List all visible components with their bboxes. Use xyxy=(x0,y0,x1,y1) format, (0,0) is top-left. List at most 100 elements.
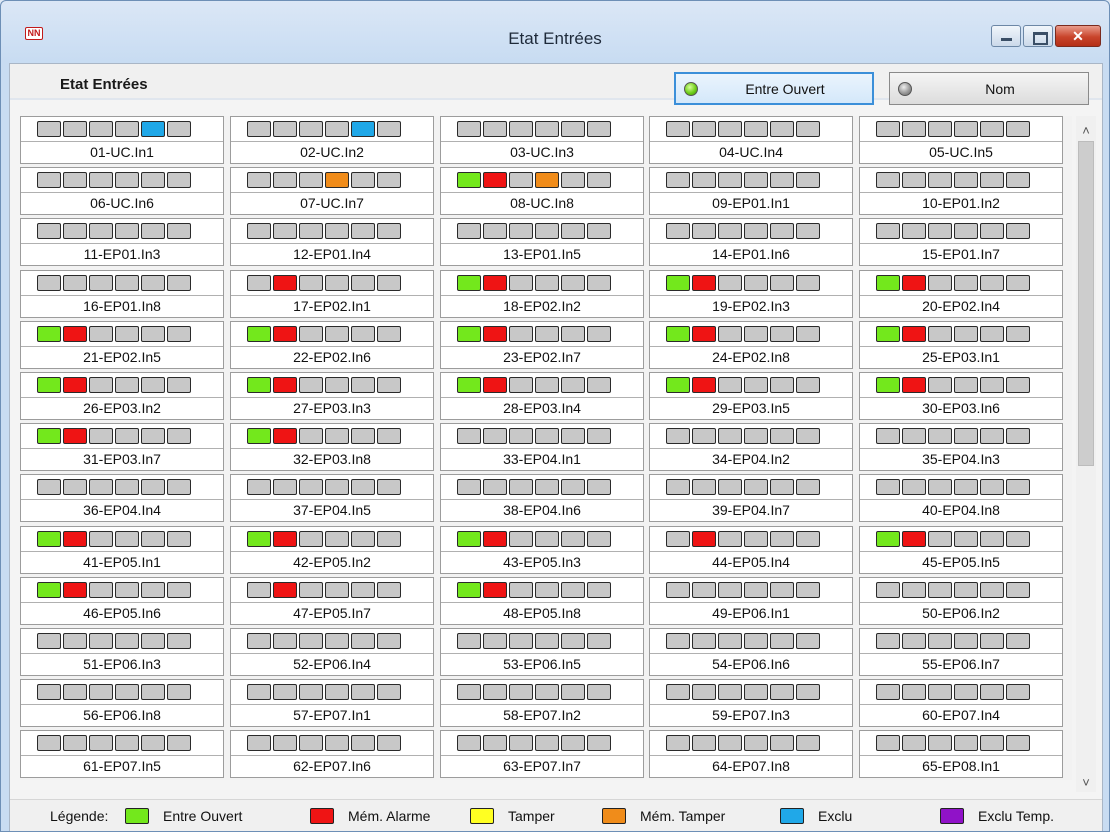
input-cell[interactable]: 62-EP07.In6 xyxy=(230,730,434,778)
input-cell[interactable]: 32-EP03.In8 xyxy=(230,423,434,471)
input-cell[interactable]: 11-EP01.In3 xyxy=(20,218,224,266)
state-box-gray xyxy=(744,326,768,342)
minimize-button[interactable] xyxy=(991,25,1021,47)
state-box-gray xyxy=(63,172,87,188)
state-box-gray xyxy=(876,582,900,598)
state-indicators xyxy=(37,684,193,700)
input-cell[interactable]: 46-EP05.In6 xyxy=(20,577,224,625)
input-cell[interactable]: 21-EP02.In5 xyxy=(20,321,224,369)
input-cell[interactable]: 63-EP07.In7 xyxy=(440,730,644,778)
input-cell[interactable]: 07-UC.In7 xyxy=(230,167,434,215)
input-cell[interactable]: 27-EP03.In3 xyxy=(230,372,434,420)
state-box-gray xyxy=(457,223,481,239)
state-box-gray xyxy=(509,275,533,291)
input-cell[interactable]: 12-EP01.In4 xyxy=(230,218,434,266)
maximize-button[interactable] xyxy=(1023,25,1053,47)
state-box-gray xyxy=(770,172,794,188)
state-box-gray xyxy=(483,121,507,137)
entre-ouvert-button[interactable]: Entre Ouvert xyxy=(674,72,874,105)
state-box-gray xyxy=(37,735,61,751)
state-box-gray xyxy=(63,121,87,137)
input-cell[interactable]: 06-UC.In6 xyxy=(20,167,224,215)
input-cell[interactable]: 04-UC.In4 xyxy=(649,116,853,164)
input-cell[interactable]: 43-EP05.In3 xyxy=(440,526,644,574)
state-box-gray xyxy=(535,121,559,137)
input-cell[interactable]: 55-EP06.In7 xyxy=(859,628,1063,676)
input-cell[interactable]: 16-EP01.In8 xyxy=(20,270,224,318)
cell-divider xyxy=(860,755,1062,756)
state-box-gray xyxy=(561,633,585,649)
scroll-thumb[interactable] xyxy=(1078,141,1094,466)
input-cell[interactable]: 54-EP06.In6 xyxy=(649,628,853,676)
cell-divider xyxy=(21,141,223,142)
input-cell[interactable]: 24-EP02.In8 xyxy=(649,321,853,369)
input-cell[interactable]: 52-EP06.In4 xyxy=(230,628,434,676)
input-cell[interactable]: 38-EP04.In6 xyxy=(440,474,644,522)
input-cell[interactable]: 09-EP01.In1 xyxy=(649,167,853,215)
input-cell[interactable]: 39-EP04.In7 xyxy=(649,474,853,522)
input-cell[interactable]: 20-EP02.In4 xyxy=(859,270,1063,318)
input-cell[interactable]: 34-EP04.In2 xyxy=(649,423,853,471)
state-box-gray xyxy=(167,582,191,598)
input-cell[interactable]: 57-EP07.In1 xyxy=(230,679,434,727)
input-cell[interactable]: 36-EP04.In4 xyxy=(20,474,224,522)
cell-divider xyxy=(860,499,1062,500)
scroll-down-icon[interactable]: ˅ xyxy=(1076,774,1096,792)
input-cell[interactable]: 17-EP02.In1 xyxy=(230,270,434,318)
input-cell[interactable]: 33-EP04.In1 xyxy=(440,423,644,471)
close-button[interactable]: ✕ xyxy=(1055,25,1101,47)
input-cell[interactable]: 02-UC.In2 xyxy=(230,116,434,164)
input-cell[interactable]: 08-UC.In8 xyxy=(440,167,644,215)
input-cell[interactable]: 53-EP06.In5 xyxy=(440,628,644,676)
input-cell[interactable]: 01-UC.In1 xyxy=(20,116,224,164)
state-box-gray xyxy=(535,377,559,393)
input-cell[interactable]: 40-EP04.In8 xyxy=(859,474,1063,522)
input-cell[interactable]: 31-EP03.In7 xyxy=(20,423,224,471)
input-cell[interactable]: 30-EP03.In6 xyxy=(859,372,1063,420)
input-cell[interactable]: 58-EP07.In2 xyxy=(440,679,644,727)
input-cell[interactable]: 41-EP05.In1 xyxy=(20,526,224,574)
input-cell[interactable]: 18-EP02.In2 xyxy=(440,270,644,318)
scroll-up-icon[interactable]: ˄ xyxy=(1076,122,1096,140)
input-cell[interactable]: 23-EP02.In7 xyxy=(440,321,644,369)
input-cell[interactable]: 48-EP05.In8 xyxy=(440,577,644,625)
input-cell[interactable]: 03-UC.In3 xyxy=(440,116,644,164)
vertical-scrollbar[interactable]: ˄ ˅ xyxy=(1076,116,1096,792)
input-cell[interactable]: 35-EP04.In3 xyxy=(859,423,1063,471)
cell-divider xyxy=(231,602,433,603)
state-box-gray xyxy=(928,428,952,444)
input-cell[interactable]: 50-EP06.In2 xyxy=(859,577,1063,625)
input-cell[interactable]: 45-EP05.In5 xyxy=(859,526,1063,574)
state-indicators xyxy=(666,735,822,751)
input-cell[interactable]: 49-EP06.In1 xyxy=(649,577,853,625)
input-cell[interactable]: 44-EP05.In4 xyxy=(649,526,853,574)
input-cell[interactable]: 64-EP07.In8 xyxy=(649,730,853,778)
input-cell[interactable]: 26-EP03.In2 xyxy=(20,372,224,420)
window-controls: ✕ xyxy=(989,25,1101,47)
state-box-gray xyxy=(63,735,87,751)
state-box-gray xyxy=(796,121,820,137)
input-cell[interactable]: 60-EP07.In4 xyxy=(859,679,1063,727)
title-bar[interactable]: NN Etat Entrées ✕ xyxy=(1,1,1109,53)
input-cell[interactable]: 28-EP03.In4 xyxy=(440,372,644,420)
input-cell[interactable]: 19-EP02.In3 xyxy=(649,270,853,318)
nom-button[interactable]: Nom xyxy=(889,72,1089,105)
input-cell[interactable]: 47-EP05.In7 xyxy=(230,577,434,625)
input-cell[interactable]: 29-EP03.In5 xyxy=(649,372,853,420)
input-cell[interactable]: 15-EP01.In7 xyxy=(859,218,1063,266)
input-cell[interactable]: 61-EP07.In5 xyxy=(20,730,224,778)
input-cell[interactable]: 51-EP06.In3 xyxy=(20,628,224,676)
state-box-gray xyxy=(1006,531,1030,547)
input-cell[interactable]: 37-EP04.In5 xyxy=(230,474,434,522)
input-label: 40-EP04.In8 xyxy=(922,502,1000,518)
input-cell[interactable]: 13-EP01.In5 xyxy=(440,218,644,266)
input-cell[interactable]: 42-EP05.In2 xyxy=(230,526,434,574)
input-cell[interactable]: 59-EP07.In3 xyxy=(649,679,853,727)
input-cell[interactable]: 05-UC.In5 xyxy=(859,116,1063,164)
input-cell[interactable]: 65-EP08.In1 xyxy=(859,730,1063,778)
input-cell[interactable]: 22-EP02.In6 xyxy=(230,321,434,369)
input-cell[interactable]: 14-EP01.In6 xyxy=(649,218,853,266)
input-cell[interactable]: 10-EP01.In2 xyxy=(859,167,1063,215)
input-cell[interactable]: 25-EP03.In1 xyxy=(859,321,1063,369)
input-cell[interactable]: 56-EP06.In8 xyxy=(20,679,224,727)
